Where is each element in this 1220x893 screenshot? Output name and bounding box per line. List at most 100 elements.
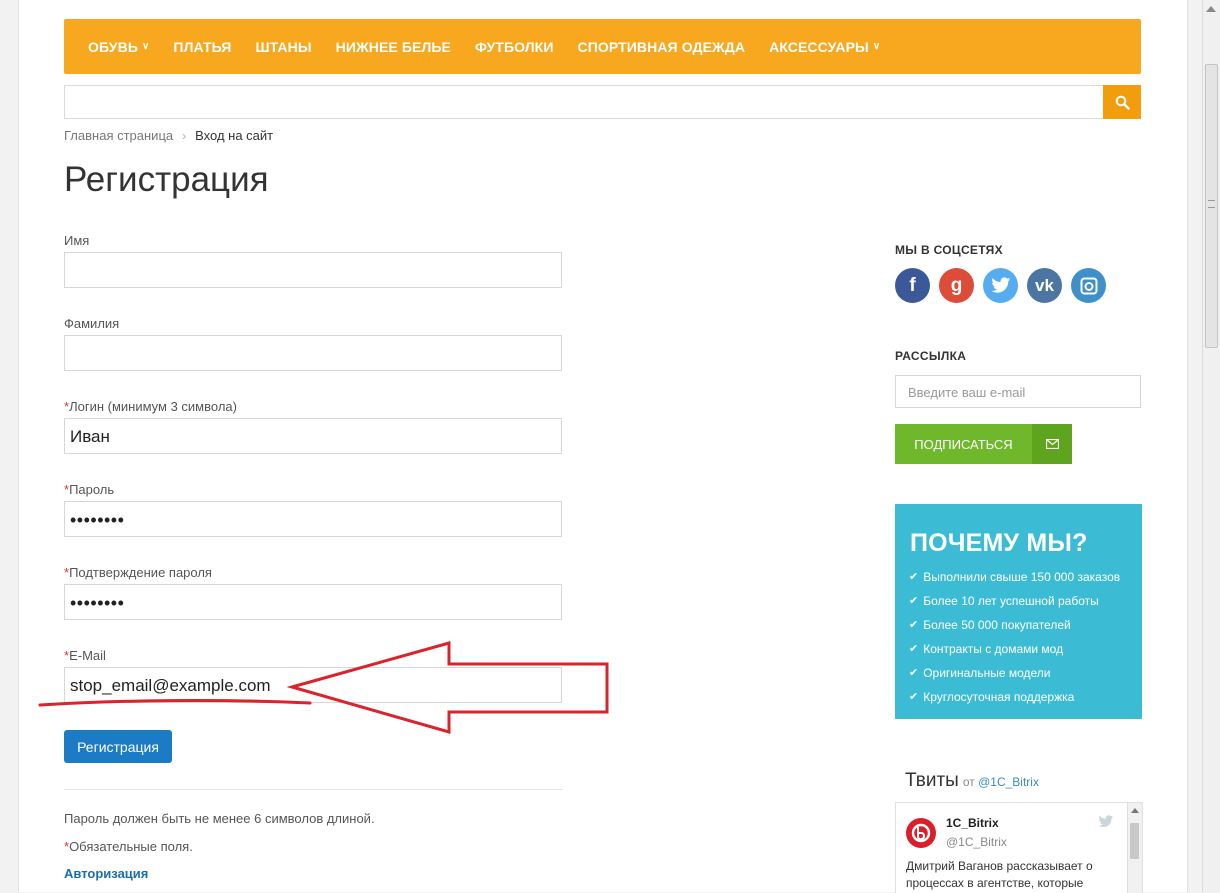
checkmark-icon: ✔ (909, 571, 919, 583)
vk-glyph: vk (1035, 275, 1054, 295)
tweet-author-handle[interactable]: @1C_Bitrix (946, 835, 1007, 849)
chevron-down-icon: ∨ (872, 41, 881, 52)
social-title: МЫ В СОЦСЕТЯХ (895, 243, 1003, 257)
list-item-text: Более 50 000 покупателей (923, 618, 1071, 632)
breadcrumb-home-link[interactable]: Главная страница (64, 128, 173, 143)
social-links: f g vk (895, 268, 1115, 303)
nav-item-pants[interactable]: ШТАНЫ (255, 39, 311, 55)
tweets-subtitle: от @1C_Bitrix (963, 775, 1039, 789)
checkmark-icon: ✔ (909, 643, 919, 655)
last-name-label: Фамилия (64, 316, 119, 331)
list-item-text: Контракты с домами мод (923, 642, 1064, 656)
list-item-text: Более 10 лет успешной работы (923, 594, 1099, 608)
confirm-password-field[interactable]: •••••••• (64, 584, 562, 620)
list-item: ✔ Выполнили свыше 150 000 заказов (909, 568, 1120, 592)
google-plus-icon[interactable]: g (939, 268, 974, 303)
nav-item-dresses[interactable]: ПЛАТЬЯ (173, 39, 231, 55)
tweet-feed-scrollbar[interactable] (1127, 803, 1142, 893)
tweets-title: Твиты (905, 770, 959, 791)
google-plus-glyph: g (950, 274, 963, 296)
nav-item-label: ШТАНЫ (255, 38, 312, 55)
scroll-up-arrow-icon[interactable] (1206, 6, 1216, 12)
checkmark-icon: ✔ (909, 667, 919, 679)
list-item-text: Круглосуточная поддержка (923, 690, 1075, 704)
nav-item-tshirts[interactable]: ФУТБОЛКИ (475, 39, 554, 55)
nav-item-accessories[interactable]: АКСЕССУАРЫ ∨ (769, 39, 880, 55)
tweet-author-name[interactable]: 1C_Bitrix (946, 816, 999, 830)
facebook-glyph: f (909, 274, 916, 296)
first-name-label: Имя (64, 233, 89, 248)
required-note: *Обязательные поля. (64, 839, 193, 854)
last-name-field[interactable] (64, 335, 562, 371)
scroll-up-arrow-icon[interactable] (1131, 808, 1139, 813)
subscribe-button[interactable]: ПОДПИСАТЬСЯ (895, 424, 1072, 464)
field-label-text: Логин (минимум 3 символа) (69, 399, 237, 414)
scrollbar-grip (1208, 200, 1215, 208)
tweet-feed[interactable]: 1C_Bitrix @1C_Bitrix Дмитрий Ваганов рас… (895, 802, 1143, 893)
register-button[interactable]: Регистрация (64, 730, 172, 763)
list-item: ✔ Оригинальные модели (909, 664, 1120, 688)
page-title: Регистрация (64, 160, 269, 199)
facebook-icon[interactable]: f (895, 268, 930, 303)
email-label: *E-Mail (64, 648, 106, 663)
tweets-from: от (962, 775, 975, 789)
nav-item-label: ОБУВЬ (88, 38, 138, 55)
twitter-bird-icon (990, 277, 1010, 293)
password-label: *Пароль (64, 482, 114, 497)
newsletter-title: РАССЫЛКА (895, 349, 967, 363)
breadcrumb: Главная страница › Вход на сайт (64, 128, 273, 143)
instagram-icon[interactable] (1071, 268, 1106, 303)
field-label-text: Пароль (69, 482, 115, 497)
checkmark-icon: ✔ (909, 619, 919, 631)
list-item-text: Выполнили свыше 150 000 заказов (923, 570, 1121, 584)
search-button[interactable] (1103, 85, 1141, 119)
login-label: *Логин (минимум 3 символа) (64, 399, 237, 414)
nav-item-label: АКСЕССУАРЫ (769, 38, 869, 55)
why-us-banner[interactable]: ПОЧЕМУ МЫ? ✔ Выполнили свыше 150 000 зака… (895, 504, 1142, 719)
list-item-text: Оригинальные модели (923, 666, 1051, 680)
tweets-account-link[interactable]: @1C_Bitrix (978, 775, 1039, 789)
list-item: ✔ Более 10 лет успешной работы (909, 592, 1120, 616)
breadcrumb-current: Вход на сайт (195, 128, 274, 143)
nav-item-label: НИЖНЕЕ БЕЛЬЕ (335, 38, 451, 55)
password-note: Пароль должен быть не менее 6 символов д… (64, 811, 375, 826)
divider (64, 789, 563, 790)
why-us-list: ✔ Выполнили свыше 150 000 заказов ✔ Более … (909, 568, 1120, 712)
nav-item-label: СПОРТИВНАЯ ОДЕЖДА (577, 38, 746, 55)
search-input[interactable] (64, 85, 1103, 119)
field-label-text: Имя (64, 233, 90, 248)
tweets-heading: Твиты от @1C_Bitrix (905, 770, 1039, 792)
nav-item-label: ФУТБОЛКИ (474, 38, 554, 55)
main-nav: ОБУВЬ ∨ ПЛАТЬЯ ШТАНЫ НИЖНЕЕ БЕЛЬЕ ФУТБОЛК… (64, 19, 1141, 74)
checkmark-icon: ✔ (909, 691, 919, 703)
why-us-title: ПОЧЕМУ МЫ? (910, 529, 1088, 557)
twitter-icon[interactable] (1098, 815, 1114, 833)
required-note-text: Обязательные поля. (69, 839, 193, 854)
vk-icon[interactable]: vk (1027, 268, 1062, 303)
auth-link[interactable]: Авторизация (64, 866, 148, 881)
newsletter-email-input[interactable]: Введите ваш e-mail (895, 375, 1141, 408)
password-field[interactable]: •••••••• (64, 501, 562, 537)
nav-item-sportswear[interactable]: СПОРТИВНАЯ ОДЕЖДА (577, 39, 745, 55)
email-field[interactable]: stop_email@example.com (64, 667, 562, 703)
bitrix-logo-icon[interactable] (906, 818, 936, 848)
login-field[interactable]: Иван (64, 418, 562, 454)
nav-item-label: ПЛАТЬЯ (173, 38, 232, 55)
nav-item-underwear[interactable]: НИЖНЕЕ БЕЛЬЕ (336, 39, 451, 55)
search-icon (1115, 95, 1130, 110)
nav-item-shoes[interactable]: ОБУВЬ ∨ (88, 39, 149, 55)
chevron-right-icon: › (182, 128, 187, 143)
twitter-icon[interactable] (983, 268, 1018, 303)
instagram-glyph (1080, 277, 1097, 294)
checkmark-icon: ✔ (909, 595, 919, 607)
first-name-field[interactable] (64, 252, 562, 288)
list-item: ✔ Круглосуточная поддержка (909, 688, 1120, 712)
tweet-text: Дмитрий Ваганов рассказывает о процессах… (906, 859, 1093, 890)
scrollbar-thumb[interactable] (1130, 823, 1139, 859)
subscribe-label: ПОДПИСАТЬСЯ (914, 436, 1013, 452)
list-item: ✔ Контракты с домами мод (909, 640, 1120, 664)
list-item: ✔ Более 50 000 покупателей (909, 616, 1120, 640)
field-label-text: Подтверждение пароля (69, 565, 212, 580)
field-label-text: Фамилия (64, 316, 120, 331)
window-scrollbar[interactable] (1202, 0, 1220, 892)
